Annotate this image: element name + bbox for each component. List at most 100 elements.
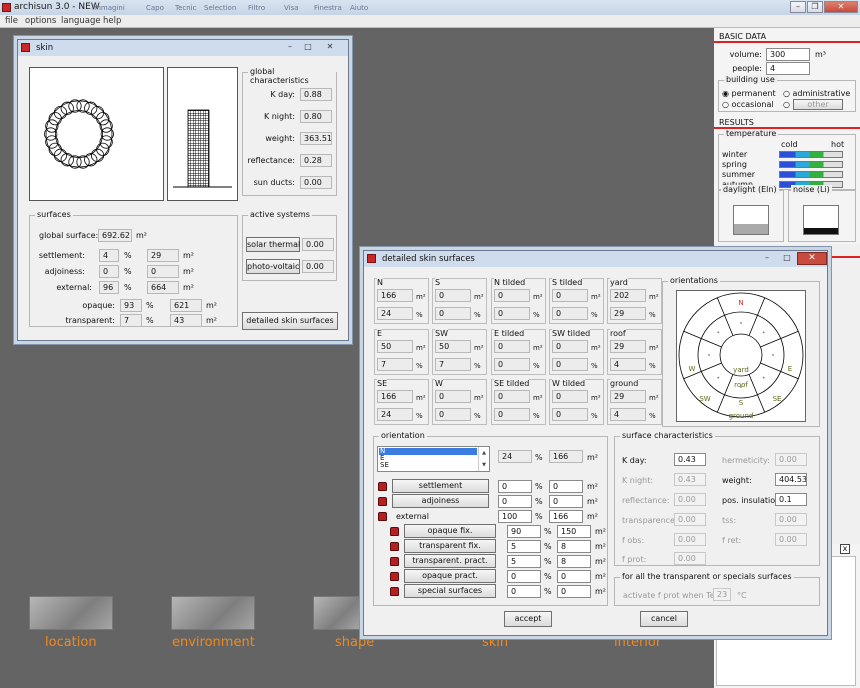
activate-fprot-unit: °C <box>737 591 747 600</box>
environment-thumbnail[interactable] <box>171 596 255 630</box>
administrative-radio[interactable]: ○ administrative <box>783 89 850 98</box>
people-field[interactable]: 4 <box>766 62 810 75</box>
special-pct-field[interactable]: 0 <box>507 585 541 598</box>
compass-se[interactable]: SE <box>773 395 782 403</box>
cell-ground-label: ground <box>610 379 639 388</box>
opaque-fix-button[interactable]: opaque fix. <box>404 524 496 538</box>
external-m2-field[interactable]: 166 <box>549 510 583 523</box>
detailed-skin-surfaces-button[interactable]: detailed skin surfaces <box>242 312 338 330</box>
transparent-pract-pct-field[interactable]: 5 <box>507 555 541 568</box>
opaque-pract-pct-field[interactable]: 0 <box>507 570 541 583</box>
sc-weight-field[interactable]: 404.53 <box>775 473 807 486</box>
settlement-pct-field[interactable]: 0 <box>498 480 532 493</box>
menu-language[interactable]: language <box>61 16 101 26</box>
skin-minimize-button[interactable]: – <box>280 42 300 53</box>
cell-e-tilded-m2-field: 0 <box>494 340 530 353</box>
menu-help[interactable]: help <box>103 16 121 26</box>
shape-thumbnail[interactable] <box>313 596 361 630</box>
settlement-m2-unit: m² <box>183 251 194 260</box>
permanent-label: permanent <box>731 89 776 98</box>
volume-field[interactable]: 300 <box>766 48 810 61</box>
minimize-button[interactable]: – <box>790 1 806 13</box>
nav-skin[interactable]: skin <box>482 635 508 650</box>
external-pct-field[interactable]: 100 <box>498 510 532 523</box>
opaque-fix-pct-field[interactable]: 90 <box>507 525 541 538</box>
nav-environment[interactable]: environment <box>172 635 255 650</box>
compass-dot <box>772 354 774 356</box>
opaque-pract-m2-field[interactable]: 0 <box>557 570 591 583</box>
settlement-lock-icon[interactable] <box>378 482 387 491</box>
cell-e-m2-unit: m² <box>416 344 426 352</box>
listbox-scrollbar[interactable]: ▲ ▼ <box>478 447 489 471</box>
accept-button[interactable]: accept <box>504 611 552 627</box>
orientation-item-se[interactable]: SE <box>380 462 389 469</box>
other-button[interactable]: other <box>793 99 843 110</box>
cell-e-tilded-pct-field: 0 <box>494 358 530 371</box>
compass-s[interactable]: S <box>739 399 744 407</box>
menu-options[interactable]: options <box>25 16 56 26</box>
menu-file[interactable]: file <box>5 16 18 26</box>
transparent-fix-m2-field[interactable]: 8 <box>557 540 591 553</box>
skin-close-button[interactable]: ✕ <box>320 42 340 53</box>
photo-voltaic-button[interactable]: photo-voltaic <box>246 259 300 274</box>
opaque-pract-lock-icon[interactable] <box>390 572 399 581</box>
spring-bar <box>779 161 843 168</box>
surfaces-title: surfaces <box>35 210 73 219</box>
orientation-pct-unit: % <box>535 453 543 462</box>
opaque-fix-m2-field[interactable]: 150 <box>557 525 591 538</box>
external-lock-icon[interactable] <box>378 512 387 521</box>
special-button[interactable]: special surfaces <box>404 584 496 598</box>
opaque-pract-button[interactable]: opaque pract. <box>404 569 496 583</box>
settlement-button[interactable]: settlement <box>392 479 489 493</box>
location-thumbnail[interactable] <box>29 596 113 630</box>
transparent-m2-field: 43 <box>170 314 202 327</box>
nav-shape[interactable]: shape <box>335 635 374 650</box>
compass-ground[interactable]: ground <box>729 412 754 420</box>
cell-s-m2-field: 0 <box>435 289 471 302</box>
transparent-pract-m2-field[interactable]: 8 <box>557 555 591 568</box>
compass-yard[interactable]: yard <box>733 366 749 374</box>
settlement-m2-field[interactable]: 0 <box>549 480 583 493</box>
season-winter: winter <box>722 150 748 159</box>
nav-interior[interactable]: interior <box>614 635 661 650</box>
maximize-button[interactable]: ❐ <box>807 1 823 13</box>
nav-location[interactable]: location <box>45 635 97 650</box>
cell-se-m2-field: 166 <box>377 390 413 403</box>
transparent-fix-lock-icon[interactable] <box>390 542 399 551</box>
transparent-fix-button[interactable]: transparent fix. <box>404 539 496 553</box>
skin-maximize-button[interactable]: □ <box>298 42 318 53</box>
detail-maximize-button[interactable]: □ <box>777 253 797 264</box>
compass-e[interactable]: E <box>788 365 792 373</box>
cell-w-tilded-m2-unit: m² <box>591 394 601 402</box>
compass-roof[interactable]: roof <box>734 381 748 389</box>
other-radio[interactable]: ○ <box>783 100 790 109</box>
close-button[interactable]: ✕ <box>824 1 858 13</box>
adjoiness-pct-field[interactable]: 0 <box>498 495 532 508</box>
activate-fprot-label: activate f prot when Te > <box>623 591 724 600</box>
panel-close-icon[interactable]: x <box>840 544 850 554</box>
compass-n[interactable]: N <box>738 299 743 307</box>
adjoiness-lock-icon[interactable] <box>378 497 387 506</box>
permanent-radio[interactable]: ◉ permanent <box>722 89 776 98</box>
sc-f-obs-field: 0.00 <box>674 533 706 546</box>
cancel-button[interactable]: cancel <box>640 611 688 627</box>
orientation-listbox[interactable]: N E SE ▲ ▼ <box>377 446 490 472</box>
sc-pos-insulation-field[interactable]: 0.1 <box>775 493 807 506</box>
sc-k-day-field[interactable]: 0.43 <box>674 453 706 466</box>
transparent-pract-lock-icon[interactable] <box>390 557 399 566</box>
orientation-item-n[interactable]: N <box>379 448 477 455</box>
adjoiness-pct-field: 0 <box>99 265 119 278</box>
transparent-fix-pct-field[interactable]: 5 <box>507 540 541 553</box>
detail-minimize-button[interactable]: – <box>757 253 777 264</box>
special-m2-field[interactable]: 0 <box>557 585 591 598</box>
solar-thermal-button[interactable]: solar thermal <box>246 237 300 252</box>
detail-close-button[interactable]: ✕ <box>797 252 827 265</box>
compass-sw[interactable]: SW <box>699 395 710 403</box>
transparent-pract-button[interactable]: transparent. pract. <box>404 554 496 568</box>
adjoiness-m2-field[interactable]: 0 <box>549 495 583 508</box>
opaque-fix-lock-icon[interactable] <box>390 527 399 536</box>
compass-w[interactable]: W <box>689 365 696 373</box>
special-lock-icon[interactable] <box>390 587 399 596</box>
occasional-radio[interactable]: ○ occasional <box>722 100 774 109</box>
adjoiness-button[interactable]: adjoiness <box>392 494 489 508</box>
